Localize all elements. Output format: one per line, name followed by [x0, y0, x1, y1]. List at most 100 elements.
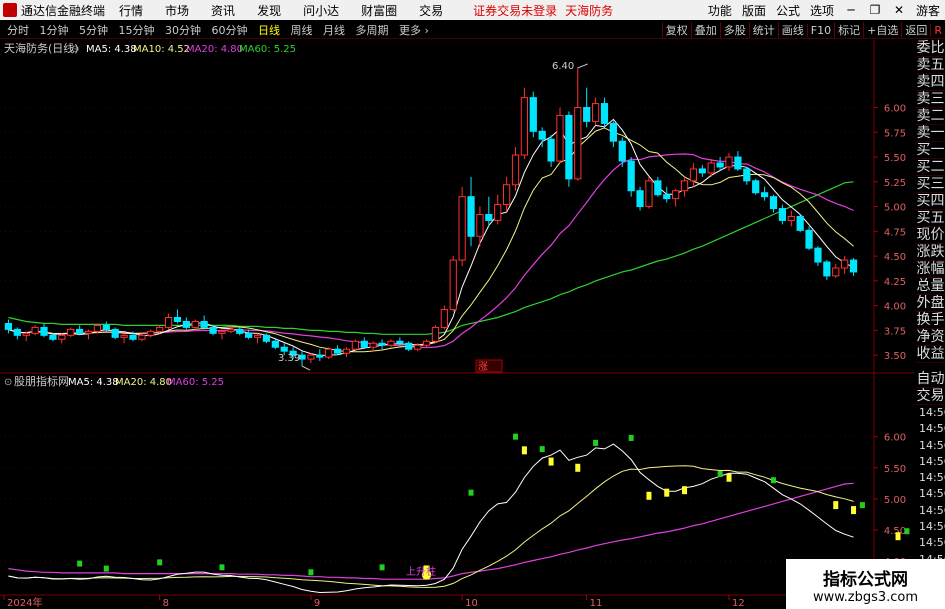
candle-body: [129, 334, 137, 340]
tab-weekly[interactable]: 周线: [291, 24, 313, 37]
tab-5min[interactable]: 5分钟: [79, 24, 108, 37]
main-chart-title: 天海防务(日线): [4, 41, 79, 55]
restore-icon[interactable]: ❐: [868, 3, 882, 17]
candle-body: [467, 196, 475, 237]
candle-body: [511, 154, 520, 186]
label-net-asset: 净资: [916, 329, 945, 346]
candle-body: [387, 340, 395, 346]
mark-button[interactable]: 标记: [834, 22, 863, 38]
kline-chart[interactable]: 6.00 5.75 5.50 5.25 5.00 4.75 4.50 4.25 4.00 3.75…: [0, 40, 914, 609]
login-notice[interactable]: 证券交易未登录: [473, 2, 557, 19]
tab-60min[interactable]: 60分钟: [212, 24, 248, 37]
f10-button[interactable]: F10: [806, 23, 834, 37]
tick-time: 14:56: [919, 487, 945, 501]
tab-30min[interactable]: 30分钟: [165, 24, 201, 37]
candle-body: [191, 320, 199, 328]
tab-1min[interactable]: 1分钟: [40, 24, 69, 37]
add-watchlist-button[interactable]: +自选: [863, 22, 901, 38]
menu-layout[interactable]: 版面: [742, 2, 766, 19]
minimize-icon[interactable]: ─: [844, 3, 858, 17]
menu-function[interactable]: 功能: [708, 2, 732, 19]
tab-more[interactable]: 更多 ›: [399, 24, 429, 37]
sub-settings-icon[interactable]: ⊙: [4, 377, 12, 388]
candle-body: [769, 196, 778, 210]
price-tick-label: 4.25: [884, 277, 906, 288]
candle-body: [832, 267, 840, 277]
candle-body: [627, 160, 635, 192]
label-auto[interactable]: 自动: [916, 371, 945, 388]
green-signal-bar: [219, 564, 225, 571]
high-price-label: 6.40: [552, 61, 574, 72]
low-price-label: 3.39: [278, 353, 300, 364]
tab-15min[interactable]: 15分钟: [119, 24, 155, 37]
legend-ma20: MA20: 4.80: [186, 44, 243, 55]
ma-settings-icon[interactable]: ⊙: [71, 44, 79, 55]
toolbar-right: 复权 叠加 多股 统计 画线 F10 标记 +自选 返回 R: [661, 21, 945, 39]
adjust-button[interactable]: 复权: [661, 22, 691, 38]
limit-up-mark[interactable]: 涨: [478, 361, 488, 373]
candle-body: [743, 168, 751, 182]
tab-intraday[interactable]: 分时: [7, 24, 29, 37]
app-title: 通达信金融终端: [21, 3, 106, 18]
label-turnover: 换手: [916, 312, 945, 329]
tick-time: 14:56: [919, 406, 945, 419]
candle-body: [618, 140, 626, 162]
stats-button[interactable]: 统计: [748, 22, 778, 38]
menu-wealth[interactable]: 财富圈: [361, 2, 397, 19]
candle-body: [164, 317, 173, 328]
candle-body: [716, 162, 724, 168]
tab-monthly[interactable]: 月线: [323, 24, 345, 37]
menu-right: 功能 版面 公式 选项 ─ ❐ ✕ 游客: [703, 0, 945, 20]
candle-body: [680, 180, 689, 192]
candle-body: [476, 213, 484, 237]
candle-body: [494, 204, 502, 221]
candle-body: [609, 122, 617, 142]
candle-body: [725, 156, 733, 168]
label-price: 现价: [916, 227, 945, 244]
menu-discover[interactable]: 发现: [257, 2, 281, 19]
candle-body: [574, 107, 582, 180]
candle-body: [378, 342, 386, 346]
menu-quotes[interactable]: 行情: [119, 2, 143, 19]
candle-body: [396, 340, 404, 344]
candle-body: [84, 330, 93, 334]
tab-daily[interactable]: 日线: [258, 24, 280, 37]
menu-news[interactable]: 资讯: [211, 2, 235, 19]
candle-body: [4, 322, 13, 330]
green-signal-bar: [103, 565, 109, 572]
label-trade[interactable]: 交易: [916, 388, 945, 405]
candle-body: [325, 348, 333, 358]
candle-body: [591, 103, 600, 122]
date-tick-label: 9: [314, 598, 320, 609]
candle-body: [458, 196, 466, 261]
menu-market[interactable]: 市场: [165, 2, 189, 19]
candle-body: [823, 261, 831, 277]
tab-multi-period[interactable]: 多周期: [356, 24, 389, 37]
menu-formula[interactable]: 公式: [776, 2, 800, 19]
price-tick-label: 5.75: [884, 128, 906, 139]
guest-user[interactable]: 游客: [916, 2, 940, 19]
menu-bar: 通达信金融终端 行情 市场 资讯 发现 问小达 财富圈 交易 证券交易未登录 天…: [0, 0, 945, 20]
menu-ask[interactable]: 问小达: [303, 2, 339, 19]
candle-body: [360, 340, 368, 348]
price-tick-label: 4.75: [884, 227, 906, 238]
candle-body: [805, 229, 813, 249]
candle-body: [40, 326, 48, 336]
candle-body: [734, 156, 742, 170]
close-icon[interactable]: ✕: [892, 3, 906, 17]
sub-tick-label: 5.00: [884, 495, 906, 506]
menu-trade[interactable]: 交易: [419, 2, 443, 19]
overlay-button[interactable]: 叠加: [690, 22, 720, 38]
draw-line-button[interactable]: 画线: [777, 22, 807, 38]
yellow-signal-bar: [521, 446, 527, 455]
multi-stock-button[interactable]: 多股: [719, 22, 749, 38]
candle-body: [529, 97, 537, 132]
candle-body: [49, 334, 57, 340]
current-stock-name: 天海防务: [565, 3, 614, 18]
back-button[interactable]: 返回: [901, 22, 930, 38]
candle-body: [22, 332, 30, 336]
green-signal-bar: [717, 471, 723, 477]
candle-body: [752, 180, 760, 194]
candle-body: [218, 330, 226, 334]
menu-options[interactable]: 选项: [810, 2, 834, 19]
